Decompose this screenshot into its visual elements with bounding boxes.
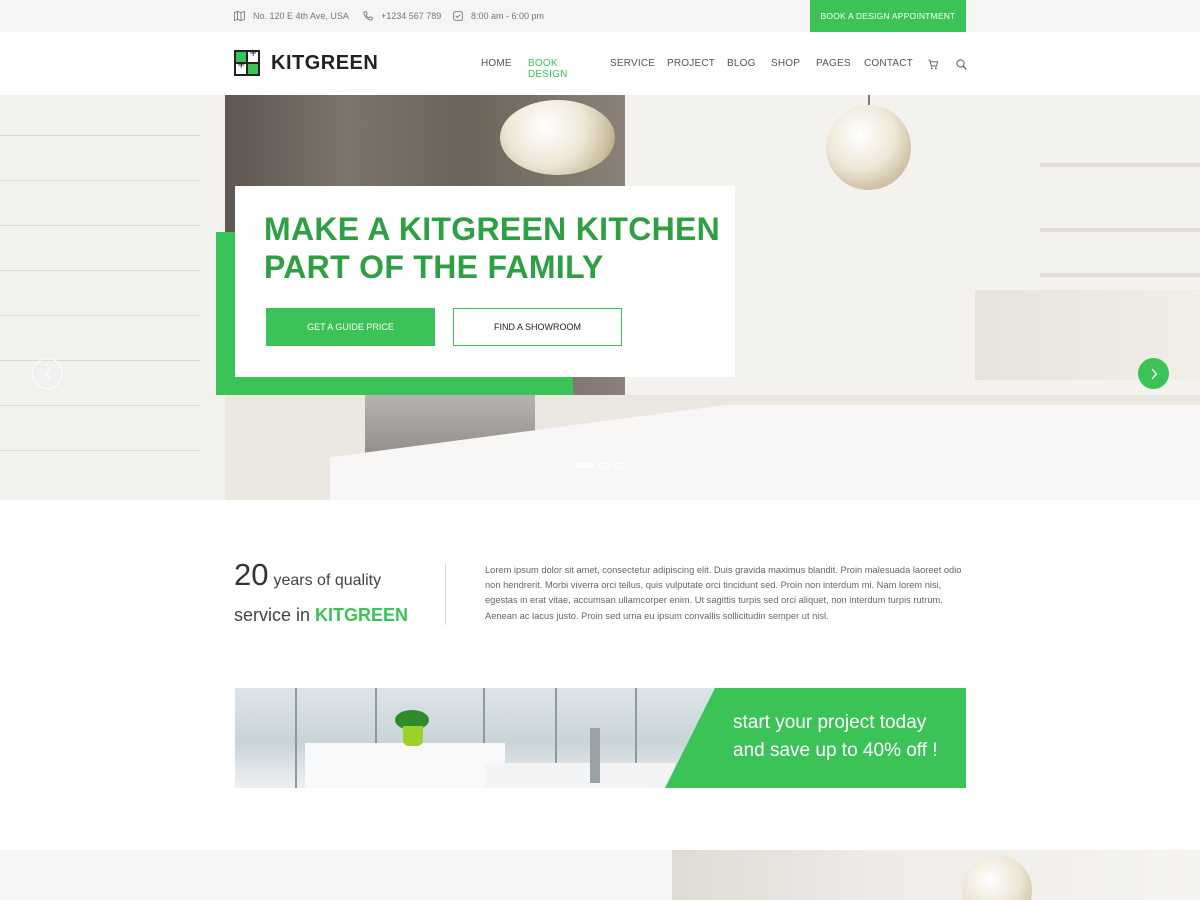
hero-title: MAKE A KITGREEN KITCHEN PART OF THE FAMI… bbox=[264, 210, 734, 286]
nav-shop[interactable]: SHOP bbox=[771, 58, 800, 69]
search-icon[interactable] bbox=[956, 57, 967, 75]
get-guide-price-button[interactable]: GET A GUIDE PRICE bbox=[266, 308, 435, 346]
brand-highlight: KITGREEN bbox=[315, 605, 409, 625]
promo-text[interactable]: start your project today and save up to … bbox=[733, 709, 963, 765]
hero-background-image bbox=[0, 95, 225, 500]
clock-icon bbox=[453, 11, 463, 21]
nav-blog[interactable]: BLOG bbox=[727, 58, 756, 69]
years-text: years of quality bbox=[273, 572, 382, 589]
phone-info: +1234 567 789 bbox=[363, 0, 441, 32]
site-header: KITGREEN HOME BOOK DESIGN SERVICE PROJEC… bbox=[0, 32, 1200, 95]
hero-title-line2: PART OF THE FAMILY bbox=[264, 249, 604, 285]
next-slide-button[interactable] bbox=[1138, 358, 1169, 389]
service-text: service in bbox=[234, 605, 311, 625]
hero-title-line1: MAKE A KITGREEN KITCHEN bbox=[264, 211, 721, 247]
hours-text: 8:00 am - 6:00 pm bbox=[471, 11, 545, 21]
find-showroom-button[interactable]: FIND A SHOWROOM bbox=[453, 308, 622, 346]
book-appointment-button[interactable]: BOOK A DESIGN APPOINTMENT bbox=[810, 0, 966, 32]
address-info: No. 120 E 4th Ave, USA bbox=[234, 0, 349, 32]
slide-dot-2[interactable] bbox=[598, 463, 610, 468]
nav-book-design[interactable]: BOOK DESIGN bbox=[528, 58, 568, 80]
logo-mark-icon bbox=[234, 48, 260, 76]
divider bbox=[445, 563, 446, 625]
logo-text: KITGREEN bbox=[271, 51, 379, 74]
chevron-left-icon bbox=[44, 368, 50, 379]
nav-pages[interactable]: PAGES bbox=[816, 58, 851, 69]
cart-icon[interactable] bbox=[928, 57, 939, 75]
phone-icon bbox=[363, 11, 373, 21]
bottom-section-panel bbox=[0, 850, 672, 900]
hours-info: 8:00 am - 6:00 pm bbox=[453, 0, 544, 32]
slider-pagination bbox=[575, 463, 626, 468]
nav-service[interactable]: SERVICE bbox=[610, 58, 655, 69]
slide-dot-1[interactable] bbox=[575, 463, 594, 468]
promo-line2: and save up to 40% off ! bbox=[733, 740, 938, 761]
nav-project[interactable]: PROJECT bbox=[667, 58, 715, 69]
address-text: No. 120 E 4th Ave, USA bbox=[253, 11, 349, 21]
logo[interactable]: KITGREEN bbox=[234, 48, 379, 76]
top-bar: No. 120 E 4th Ave, USA +1234 567 789 8:0… bbox=[0, 0, 1200, 32]
about-paragraph: Lorem ipsum dolor sit amet, consectetur … bbox=[485, 565, 962, 621]
nav-home[interactable]: HOME bbox=[481, 58, 512, 69]
promo-line1: start your project today bbox=[733, 712, 927, 733]
years-heading: 20 years of quality service in KITGREEN bbox=[234, 557, 434, 630]
pendant-lamp bbox=[826, 105, 911, 190]
slide-dot-3[interactable] bbox=[614, 463, 626, 468]
bottom-section-image bbox=[672, 850, 1200, 900]
previous-slide-button[interactable] bbox=[32, 358, 63, 389]
years-number: 20 bbox=[234, 557, 269, 592]
map-icon bbox=[234, 11, 245, 21]
pendant-lamp bbox=[500, 100, 615, 175]
chevron-right-icon bbox=[1151, 368, 1157, 379]
nav-contact[interactable]: CONTACT bbox=[864, 58, 913, 69]
phone-text: +1234 567 789 bbox=[381, 11, 442, 21]
